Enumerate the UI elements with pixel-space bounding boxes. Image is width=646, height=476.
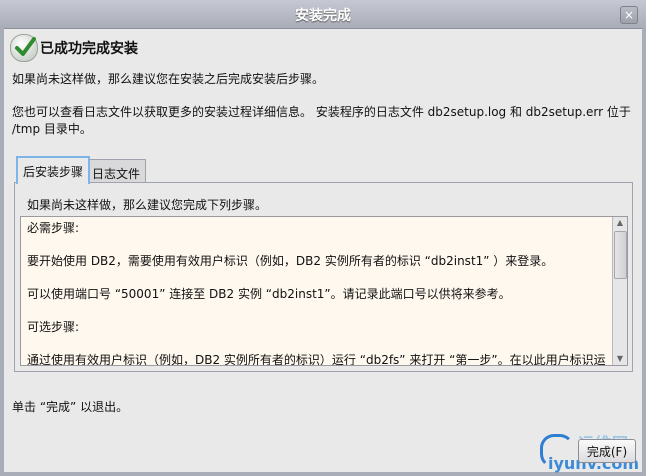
scrollbar-thumb[interactable] (614, 231, 627, 279)
steps-paragraph: 要开始使用 DB2，需要使用有效用户标识（例如，DB2 实例所有者的标识 “db… (27, 254, 554, 268)
steps-textarea[interactable]: 必需步骤: 要开始使用 DB2，需要使用有效用户标识（例如，DB2 实例所有者的… (20, 216, 628, 366)
tab-panel: 如果尚未这样做，那么建议您完成下列步骤。 必需步骤: 要开始使用 DB2，需要使… (14, 182, 633, 372)
check-icon (10, 34, 38, 62)
panel-description: 如果尚未这样做，那么建议您完成下列步骤。 (27, 198, 268, 212)
steps-content: 必需步骤: 要开始使用 DB2，需要使用有效用户标识（例如，DB2 实例所有者的… (27, 220, 615, 366)
title-bar: 安装完成 × (0, 0, 646, 29)
steps-paragraph: 可选步骤: (27, 320, 80, 334)
log-info-line: 您也可以查看日志文件以获取更多的安装过程详细信息。 安装程序的日志文件 db2s… (12, 105, 631, 136)
close-icon[interactable]: × (620, 6, 638, 24)
finish-button[interactable]: 完成(F) (578, 439, 636, 463)
steps-paragraph: 通过使用有效用户标识（例如，DB2 实例所有者的标识）运行 “db2fs” 来打… (27, 353, 606, 366)
page-title: 已成功完成安装 (40, 41, 138, 57)
scroll-down-icon[interactable]: ▼ (613, 353, 627, 365)
exit-hint: 单击 “完成” 以退出。 (12, 400, 129, 414)
steps-paragraph: 必需步骤: (27, 221, 80, 235)
tab-post-install-steps[interactable]: 后安装步骤 (16, 156, 91, 184)
scroll-up-icon[interactable]: ▲ (613, 217, 627, 229)
steps-paragraph: 可以使用端口号 “50001” 连接至 DB2 实例 “db2inst1”。请记… (27, 287, 511, 301)
window-title: 安装完成 (295, 8, 351, 24)
tab-log-file[interactable]: 日志文件 (86, 159, 147, 183)
vertical-scrollbar[interactable]: ▲ ▼ (612, 217, 627, 365)
info-line: 如果尚未这样做，那么建议您在安装之后完成安装后步骤。 (12, 72, 325, 86)
